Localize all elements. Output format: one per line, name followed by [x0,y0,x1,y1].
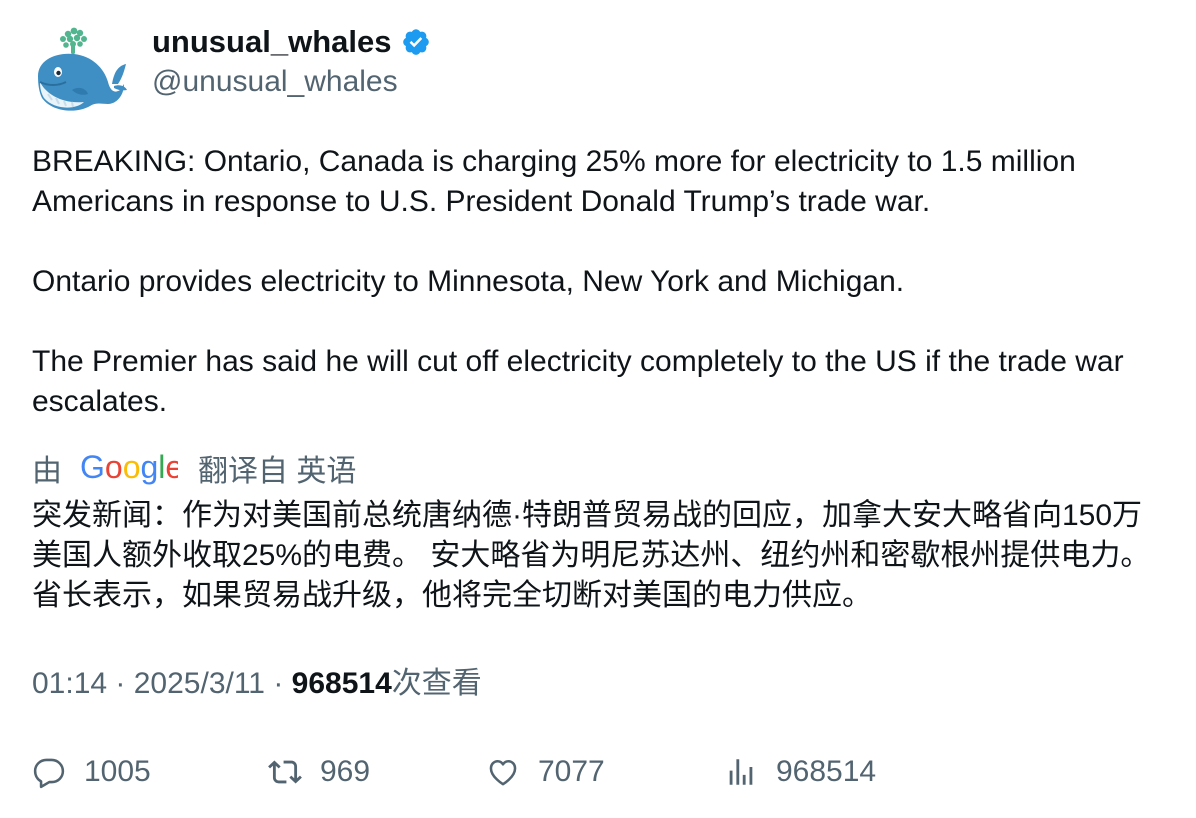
reply-count: 1005 [84,755,151,788]
retweet-icon [268,760,302,784]
tweet-time[interactable]: 01:14 [32,667,107,700]
author-handle[interactable]: @unusual_whales [152,62,398,102]
translation-attribution[interactable]: 由 Google 翻译自 英语 [32,448,356,488]
views-label: 次查看 [391,667,482,700]
google-logo-icon: Google [80,448,178,488]
views-action-count: 968514 [776,755,877,788]
views-count: 968514 [291,667,392,700]
tweet-paragraph: The Premier has said he will cut off ele… [32,345,1124,418]
tweet-date[interactable]: 2025/3/11 [134,667,265,700]
avatar[interactable] [32,24,128,120]
tweet-meta: 01:14 · 2025/3/11 · 968514次查看 [32,664,482,704]
views-button[interactable]: 968514 [724,750,876,794]
svg-text:Google: Google [80,450,178,485]
author-name-row: unusual_whales [152,22,431,62]
translation-prefix: 由 [32,455,62,488]
bar-chart-icon [729,759,753,785]
retweet-button[interactable]: 969 [268,750,370,794]
like-count: 7077 [538,755,605,788]
tweet-paragraph: BREAKING: Ontario, Canada is charging 25… [32,145,1076,218]
whale-icon [38,27,127,111]
tweet-paragraph: Ontario provides electricity to Minnesot… [32,265,905,298]
reply-icon [33,758,65,789]
tweet-card: unusual_whales @unusual_whales BREAKING:… [0,0,1196,818]
author-display-name[interactable]: unusual_whales [152,22,391,62]
reply-button[interactable]: 1005 [32,750,151,794]
heart-icon [489,759,517,786]
translation-suffix: 翻译自 英语 [198,455,357,488]
translated-text: 突发新闻：作为对美国前总统唐纳德·特朗普贸易战的回应，加拿大安大略省向150万美… [32,499,1151,612]
like-button[interactable]: 7077 [486,750,605,794]
tweet-actions: 1005 969 7077 968514 [32,750,1172,794]
meta-separator: · [265,667,292,700]
retweet-count: 969 [320,755,371,788]
verified-badge-icon[interactable] [401,27,431,57]
meta-separator: · [107,667,134,700]
tweet-text: BREAKING: Ontario, Canada is charging 25… [32,142,1172,422]
